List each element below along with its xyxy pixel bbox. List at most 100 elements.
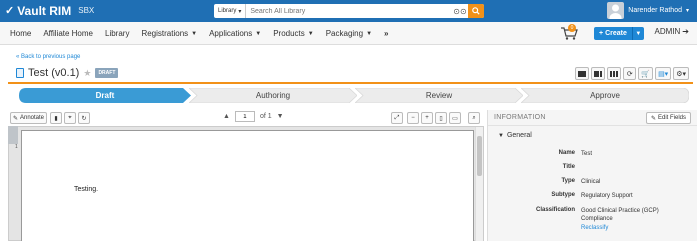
- stage-draft[interactable]: Draft: [19, 88, 191, 103]
- plus-icon: +: [599, 30, 604, 37]
- nav-affiliate-home-label: Affiliate Home: [43, 29, 93, 38]
- layout-split-icon[interactable]: [591, 67, 606, 80]
- edit-fields-button[interactable]: ✎ Edit Fields: [645, 112, 691, 124]
- page-total: of 1: [259, 113, 272, 120]
- user-menu[interactable]: Narender Rathod ▾: [607, 2, 689, 19]
- cart-count-badge: 0: [568, 24, 576, 32]
- arrow-right-circle-icon: ➔: [682, 27, 689, 36]
- nav-packaging-label: Packaging: [325, 29, 364, 38]
- reclassify-link[interactable]: Reclassify: [581, 225, 608, 231]
- nav-products[interactable]: Products ▼: [273, 29, 314, 38]
- document-page: Testing.: [21, 130, 474, 241]
- document-actions-icon[interactable]: ▤▾: [655, 67, 672, 80]
- information-panel: INFORMATION ✎ Edit Fields ▼ General Name…: [487, 110, 697, 241]
- annotate-button[interactable]: ✎ Annotate: [10, 112, 47, 124]
- field-label-subtype: Subtype: [551, 192, 575, 198]
- nav-applications-label: Applications: [209, 29, 253, 38]
- annotate-label: Annotate: [20, 115, 45, 121]
- viewer-toolbar: ✎ Annotate ▮ ⌖ ↻ ▲ of 1 ▼ ⤢ − + ▯ ▭ ⌕: [8, 110, 484, 126]
- create-button[interactable]: + Create: [594, 27, 632, 40]
- page-number-marker: 1: [15, 144, 18, 150]
- search-input[interactable]: [246, 5, 452, 17]
- document-toolbar: ⟳ 🛒 ▤▾ ⚙▾: [575, 67, 689, 80]
- binoculars-icon[interactable]: ⊙⊙: [452, 7, 468, 16]
- create-label: Create: [605, 30, 627, 37]
- admin-menu[interactable]: ADMIN ➔: [655, 27, 689, 36]
- nav-home[interactable]: Home: [10, 29, 31, 38]
- nav-applications[interactable]: Applications ▼: [209, 29, 261, 38]
- back-to-previous-link[interactable]: « Back to previous page: [16, 54, 80, 60]
- scrollbar-thumb[interactable]: [477, 136, 482, 176]
- field-label-classification: Classification: [535, 207, 575, 213]
- stage-authoring[interactable]: Authoring: [189, 88, 357, 103]
- page-down-icon[interactable]: ▼: [277, 113, 284, 120]
- caret-down-icon: ▼: [498, 132, 504, 139]
- stage-approve[interactable]: Approve: [521, 88, 689, 103]
- layout-single-icon[interactable]: [575, 67, 590, 80]
- vault-check-icon: ✓: [5, 5, 15, 17]
- global-search: Library ▾ ⊙⊙: [214, 4, 484, 18]
- header-divider: [8, 82, 693, 84]
- document-content: Testing.: [74, 186, 99, 193]
- field-label-type: Type: [561, 178, 575, 184]
- fit-width-icon[interactable]: ▯: [435, 112, 447, 124]
- search-scope-dropdown[interactable]: Library ▾: [214, 4, 247, 18]
- zoom-out-icon[interactable]: −: [407, 112, 419, 124]
- nav-registrations-label: Registrations: [141, 29, 189, 38]
- nav-more-icon[interactable]: »: [384, 29, 388, 38]
- viewer-search-icon[interactable]: ⌕: [468, 112, 480, 124]
- cart-button[interactable]: 0: [560, 24, 580, 40]
- settings-gear-icon[interactable]: ⚙▾: [673, 67, 689, 80]
- stage-review[interactable]: Review: [355, 88, 523, 103]
- page-number-input[interactable]: [234, 111, 255, 122]
- zoom-in-icon[interactable]: +: [421, 112, 433, 124]
- edit-icon: ✎: [650, 115, 656, 122]
- search-icon: [472, 7, 480, 15]
- chevron-down-icon: ▼: [191, 30, 198, 37]
- field-value-type: Clinical: [581, 179, 601, 185]
- fullscreen-icon[interactable]: ⤢: [391, 112, 403, 124]
- field-value-classification: Good Clinical Practice (GCP) Compliance: [581, 208, 659, 222]
- nav-affiliate-home[interactable]: Affiliate Home: [43, 29, 93, 38]
- page-up-icon[interactable]: ▲: [223, 113, 230, 120]
- general-section-label: General: [506, 132, 532, 139]
- chevron-down-icon: ▼: [366, 30, 373, 37]
- nav-home-label: Home: [10, 29, 32, 38]
- bookmark-icon[interactable]: ▮: [50, 112, 62, 124]
- create-dropdown-button[interactable]: ▼: [631, 27, 644, 40]
- refresh-clock-icon[interactable]: ⟳: [623, 67, 637, 80]
- layout-columns-icon[interactable]: [607, 67, 622, 80]
- search-scope-label: Library: [218, 8, 237, 14]
- chevron-down-icon: ▾: [238, 8, 242, 15]
- chevron-down-icon: ▼: [255, 30, 262, 37]
- vault-logo[interactable]: ✓ Vault RIM SBX: [5, 4, 94, 18]
- document-title-row: Test (v0.1) ★ DRAFT: [16, 67, 119, 79]
- nav-packaging[interactable]: Packaging ▼: [326, 29, 372, 38]
- thumbnail-panel-toggle[interactable]: [8, 126, 18, 144]
- favorite-star-icon[interactable]: ★: [83, 68, 91, 79]
- user-name: Narender Rathod: [628, 7, 682, 14]
- admin-label: ADMIN: [654, 27, 681, 36]
- chevron-down-icon: ▼: [635, 30, 642, 37]
- nav-library-label: Library: [105, 29, 130, 38]
- document-viewer[interactable]: 1 Testing.: [8, 126, 484, 241]
- viewer-scrollbar[interactable]: [475, 127, 483, 241]
- status-badge: DRAFT: [95, 68, 119, 78]
- field-value-name: Test: [581, 151, 593, 157]
- avatar: [607, 2, 625, 19]
- nav-library[interactable]: Library: [105, 29, 129, 38]
- top-bar: ✓ Vault RIM SBX Library ▾ ⊙⊙ Narender Ra…: [0, 0, 697, 22]
- search-button[interactable]: [468, 4, 484, 18]
- general-section-toggle[interactable]: ▼ General: [498, 132, 532, 139]
- field-label-name: Name: [558, 150, 575, 156]
- refresh-icon[interactable]: ↻: [78, 112, 90, 124]
- stage-draft-label: Draft: [95, 91, 115, 100]
- fit-page-icon[interactable]: ▭: [449, 112, 461, 124]
- nav-products-label: Products: [273, 29, 305, 38]
- pencil-icon: ✎: [12, 115, 18, 122]
- create-button-group: + Create ▼: [594, 27, 644, 40]
- add-to-cart-icon[interactable]: 🛒: [638, 67, 654, 80]
- pin-icon[interactable]: ⌖: [64, 112, 76, 124]
- edit-fields-label: Edit Fields: [657, 115, 686, 121]
- nav-registrations[interactable]: Registrations ▼: [141, 29, 197, 38]
